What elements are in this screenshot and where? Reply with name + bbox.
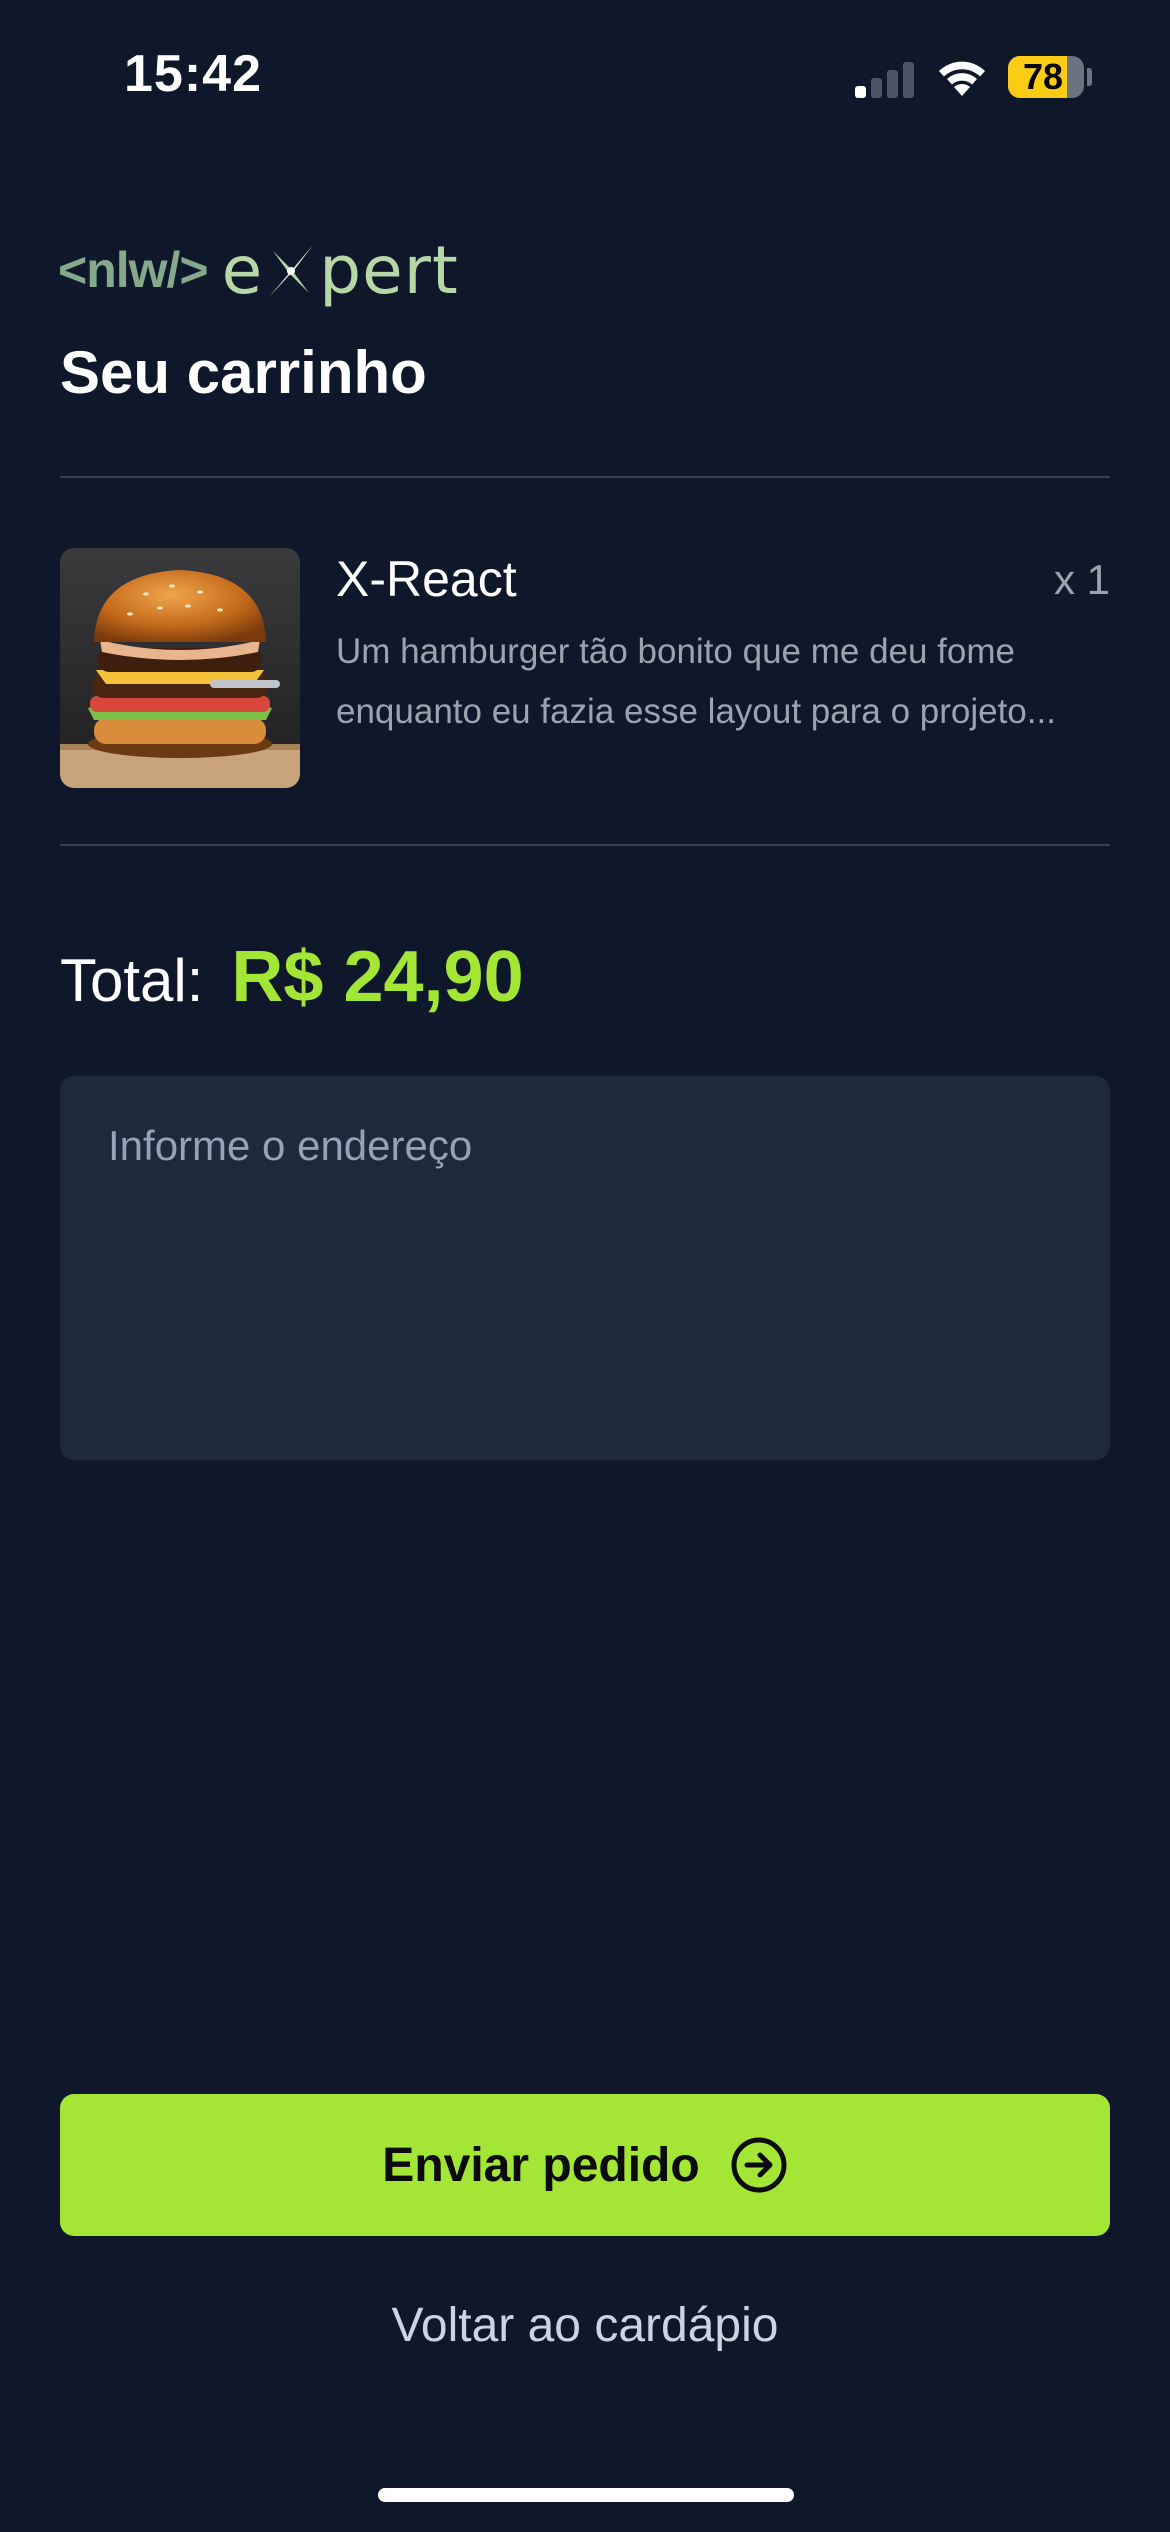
product-name: X-React (336, 551, 517, 607)
logo-code-text: <nlw/> (58, 242, 209, 298)
status-time: 15:42 (124, 45, 262, 103)
total-label: Total: (60, 947, 204, 1014)
send-order-label: Enviar pedido (382, 2138, 700, 2192)
sparkle-x-icon (269, 245, 314, 297)
home-indicator[interactable] (378, 2488, 794, 2502)
product-quantity: x 1 (1053, 556, 1110, 603)
total-value: R$ 24,90 (231, 937, 524, 1017)
brand-logo: <nlw/> e pert (58, 230, 459, 310)
battery-icon: 78 (1008, 56, 1084, 98)
arrow-circle-right-icon (731, 2137, 787, 2193)
divider (60, 476, 1110, 478)
status-bar: 15:42 78 (0, 0, 1170, 150)
page-title: Seu carrinho (60, 339, 427, 406)
address-input[interactable] (60, 1076, 1110, 1460)
logo-wordmark: e pert (222, 232, 459, 309)
divider (60, 844, 1110, 846)
total-row: Total: R$ 24,90 (60, 936, 524, 1018)
logo-word-start: e (221, 231, 264, 309)
cellular-signal-icon (855, 58, 915, 98)
cart-item[interactable]: X-React x 1 Um hamburger tão bonito que … (60, 548, 1110, 790)
battery-cap (1087, 68, 1092, 86)
wifi-icon (939, 61, 985, 96)
logo-word-end: pert (319, 231, 459, 309)
send-order-button[interactable]: Enviar pedido (60, 2094, 1110, 2236)
product-description: Um hamburger tão bonito que me deu fome … (336, 632, 1056, 731)
burger-image (60, 548, 300, 788)
back-to-menu-link[interactable]: Voltar ao cardápio (0, 2298, 1170, 2353)
battery-level-text: 78 (1022, 56, 1064, 97)
